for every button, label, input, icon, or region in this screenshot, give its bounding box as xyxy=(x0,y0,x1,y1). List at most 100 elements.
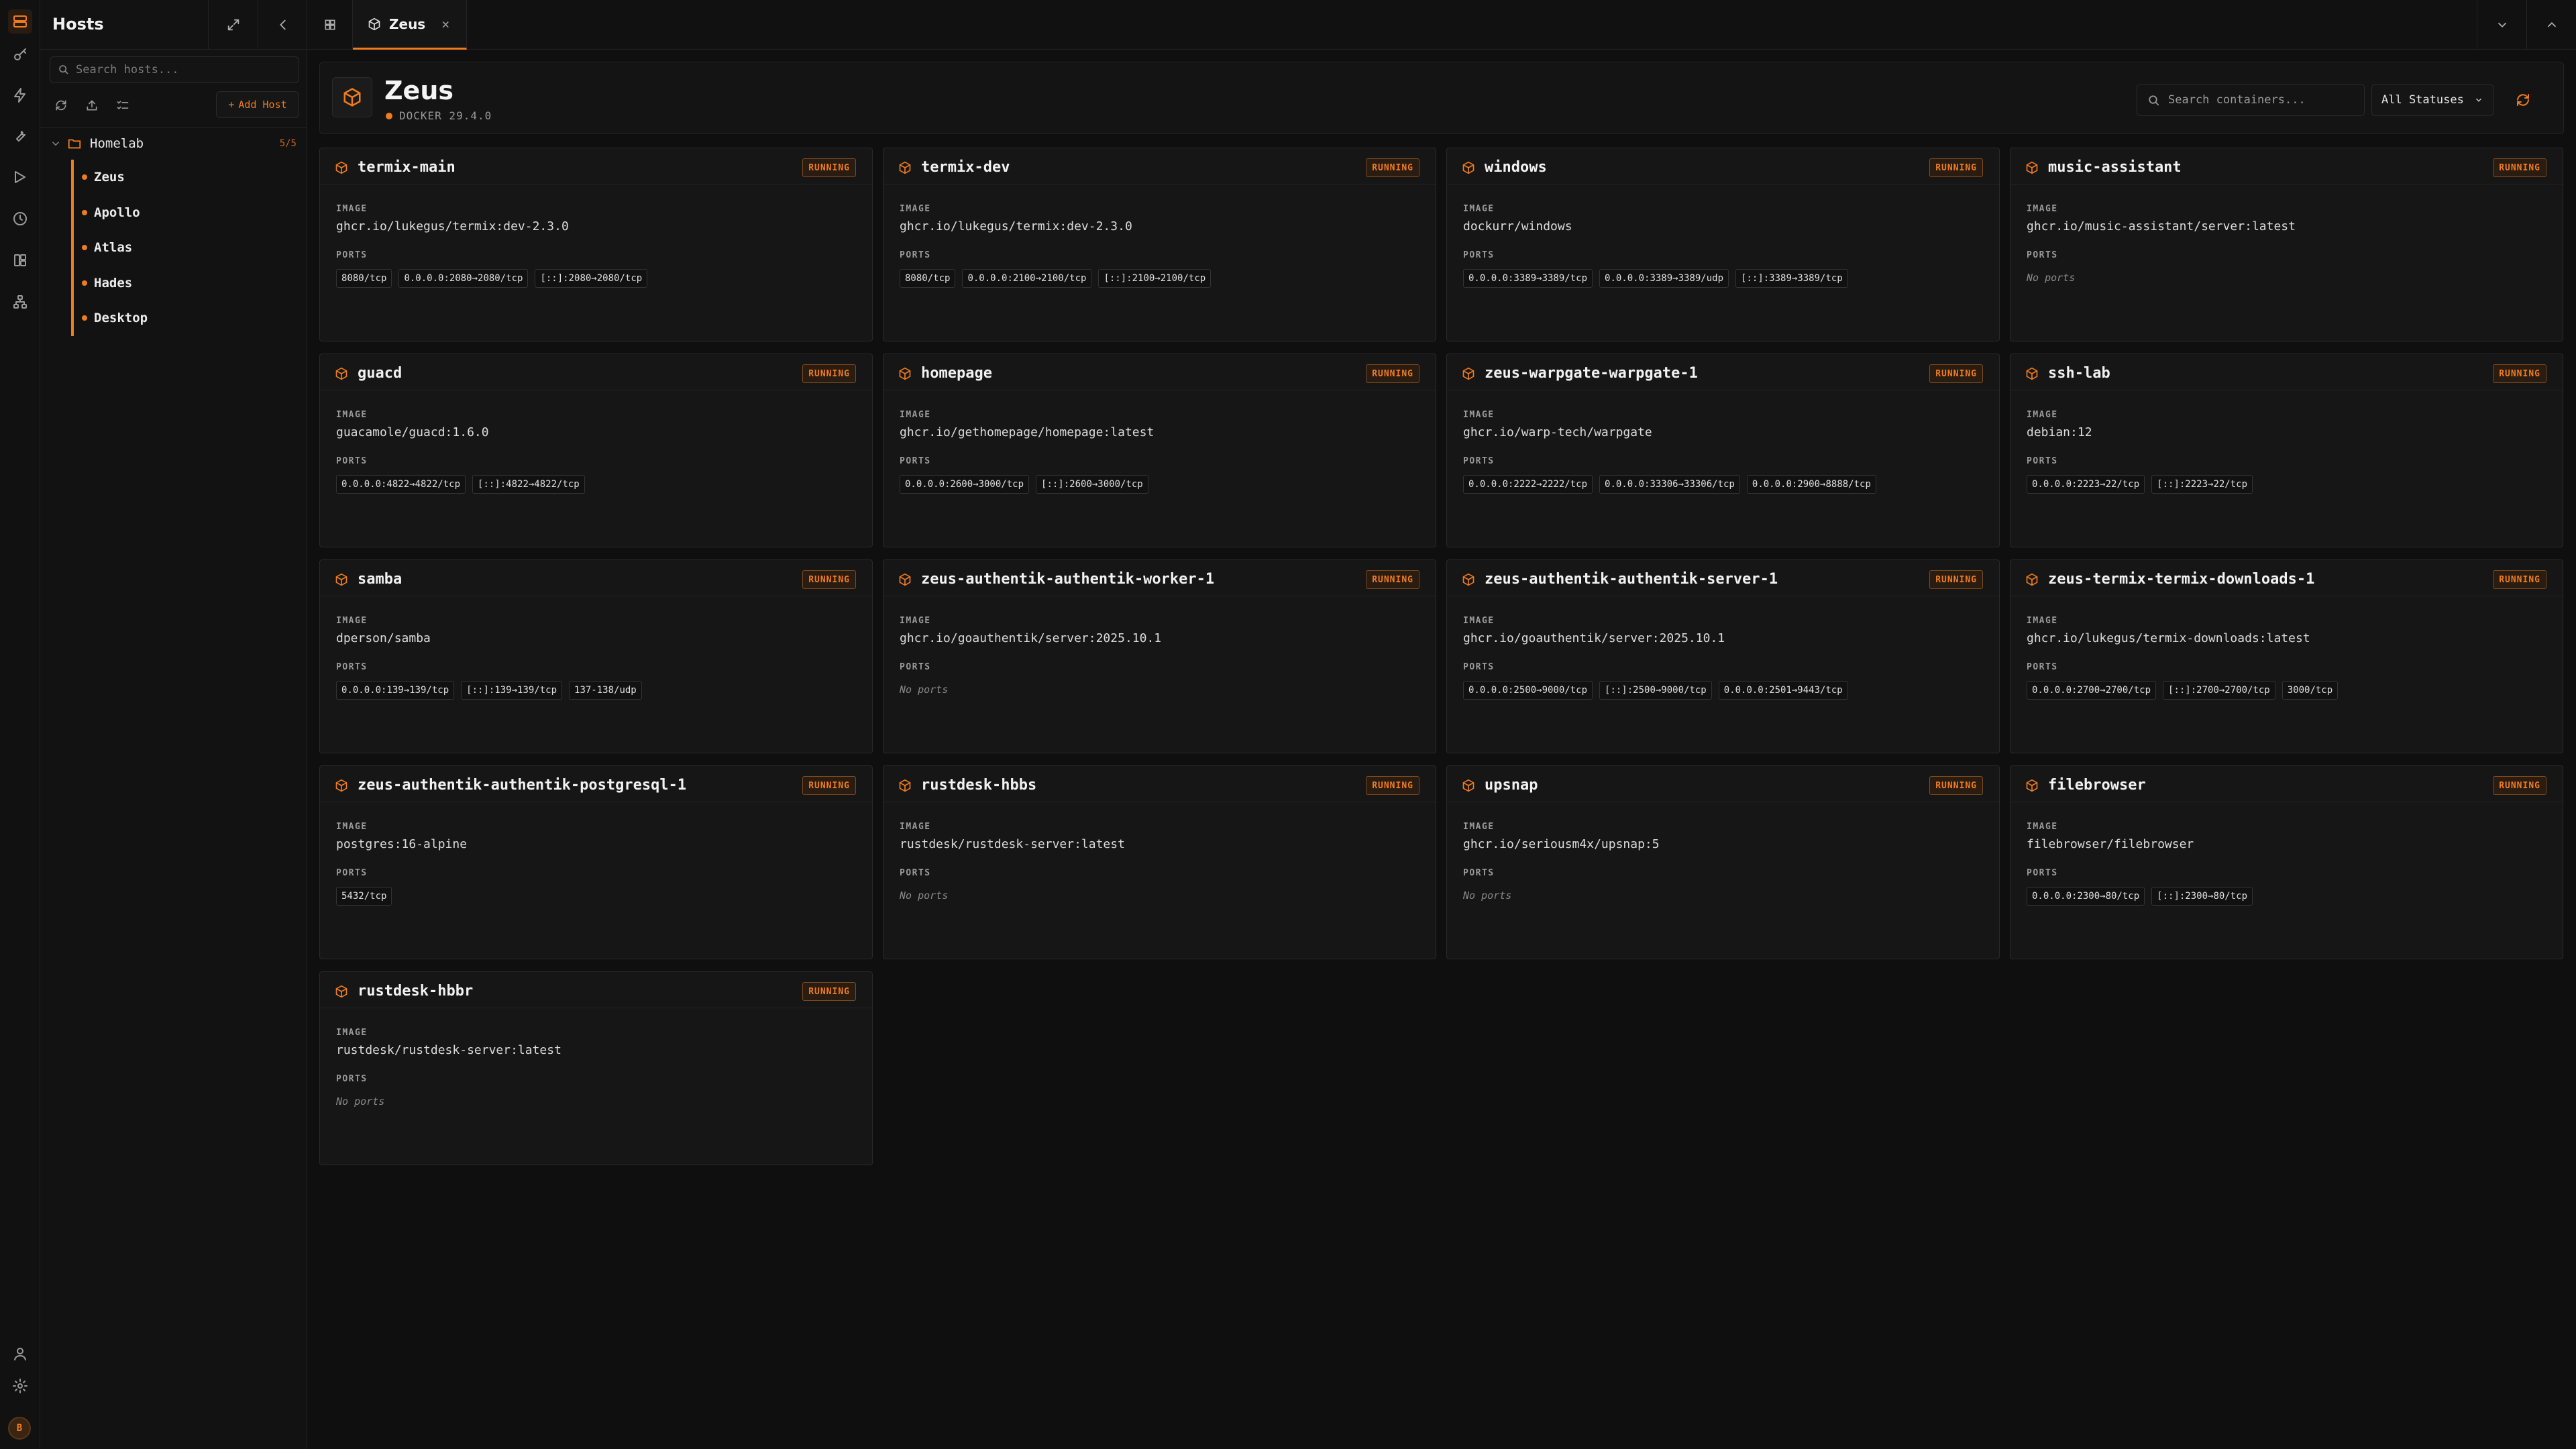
container-card[interactable]: guacd RUNNING IMAGE guacamole/guacd:1.6.0 PO… xyxy=(319,354,873,547)
icon-rail: B xyxy=(0,0,40,1449)
container-icon xyxy=(1462,367,1474,380)
port-chip: 137-138/udp xyxy=(569,681,642,700)
bolt-icon[interactable] xyxy=(8,83,32,107)
avatar[interactable]: B xyxy=(8,1417,31,1440)
folder-count: 5/5 xyxy=(279,138,297,149)
container-card[interactable]: samba RUNNING IMAGE dperson/samba PORTS 0.0.0… xyxy=(319,559,873,753)
folder-homelab[interactable]: Homelab 5/5 xyxy=(50,134,299,153)
ports-label: PORTS xyxy=(900,662,931,672)
container-icon xyxy=(899,367,911,380)
dashboard-icon[interactable] xyxy=(8,248,32,272)
container-card[interactable]: ssh-lab RUNNING IMAGE debian:12 PORTS 0.0.0.0… xyxy=(2010,354,2563,547)
ports-list: 0.0.0.0:2500→9000/tcp [::]:2500→9000/tcp 0… xyxy=(1463,681,1848,700)
container-card[interactable]: filebrowser RUNNING IMAGE filebrowser/fileb… xyxy=(2010,765,2563,959)
container-card[interactable]: upsnap RUNNING IMAGE ghcr.io/seriousm4x/ups… xyxy=(1446,765,2000,959)
image-value: ghcr.io/warp-tech/warpgate xyxy=(1463,425,1652,439)
chevron-left-icon xyxy=(279,19,286,30)
host-item-apollo[interactable]: Apollo xyxy=(74,195,299,231)
close-icon[interactable]: × xyxy=(441,16,449,32)
version-text: DOCKER 29.4.0 xyxy=(399,109,492,122)
ports-label: PORTS xyxy=(336,250,368,260)
container-name: ssh-lab xyxy=(2048,365,2110,382)
container-card[interactable]: zeus-authentik-authentik-server-1 RUNNING… xyxy=(1446,559,2000,753)
card-header: zeus-warpgate-warpgate-1 RUNNING xyxy=(1447,354,1999,390)
port-chip: 5432/tcp xyxy=(336,887,392,906)
status-filter-value: All Statuses xyxy=(2381,93,2464,107)
host-list: Zeus Apollo Atlas Hades Desktop xyxy=(71,160,299,336)
user-icon[interactable] xyxy=(8,1342,32,1366)
ports-list: 8080/tcp 0.0.0.0:2100→2100/tcp [::]:2100→2… xyxy=(900,269,1212,288)
status-dot xyxy=(82,280,87,286)
container-card[interactable]: termix-main RUNNING IMAGE ghcr.io/lukegus/t… xyxy=(319,148,873,341)
container-card[interactable]: zeus-termix-termix-downloads-1 RUNNING IMA… xyxy=(2010,559,2563,753)
card-header: ssh-lab RUNNING xyxy=(2010,354,2563,390)
container-search[interactable] xyxy=(2137,84,2365,116)
status-dot xyxy=(82,209,87,215)
image-label: IMAGE xyxy=(1463,204,1495,214)
container-card[interactable]: rustdesk-hbbr RUNNING IMAGE rustdesk/rustde… xyxy=(319,971,873,1165)
port-chip: 0.0.0.0:139→139/tcp xyxy=(336,681,455,700)
container-card[interactable]: rustdesk-hbbs RUNNING IMAGE rustdesk/rustde… xyxy=(883,765,1436,959)
ports-list: 0.0.0.0:2222→2222/tcp 0.0.0.0:33306→33306… xyxy=(1463,475,1876,494)
host-name: Apollo xyxy=(94,205,140,220)
status-filter-select[interactable]: All Statuses xyxy=(2371,84,2493,116)
host-item-atlas[interactable]: Atlas xyxy=(74,230,299,266)
plus-icon: + xyxy=(228,99,235,111)
container-icon xyxy=(1462,573,1474,586)
container-card[interactable]: homepage RUNNING IMAGE ghcr.io/gethomepage/… xyxy=(883,354,1436,547)
add-host-button[interactable]: + Add Host xyxy=(216,91,299,118)
wrench-icon[interactable] xyxy=(8,123,32,148)
ports-label: PORTS xyxy=(336,1074,368,1084)
tab-overview-button[interactable] xyxy=(307,0,353,50)
card-header: rustdesk-hbbs RUNNING xyxy=(883,766,1436,802)
container-icon xyxy=(335,161,347,174)
container-name: rustdesk-hbbr xyxy=(358,983,474,1000)
hosts-nav-icon[interactable] xyxy=(8,9,32,34)
image-value: ghcr.io/goauthentik/server:2025.10.1 xyxy=(1463,631,1725,645)
settings-icon[interactable] xyxy=(8,1374,32,1398)
refresh-hosts-button[interactable] xyxy=(50,94,72,117)
host-item-zeus[interactable]: Zeus xyxy=(74,160,299,195)
host-search[interactable] xyxy=(50,56,299,83)
clock-icon[interactable] xyxy=(8,207,32,231)
ports-label: PORTS xyxy=(336,662,368,672)
status-badge: RUNNING xyxy=(1929,158,1983,177)
tab-zeus[interactable]: Zeus × xyxy=(353,0,467,50)
image-label: IMAGE xyxy=(336,616,368,626)
container-card[interactable]: music-assistant RUNNING IMAGE ghcr.io/music… xyxy=(2010,148,2563,341)
container-card[interactable]: windows RUNNING IMAGE dockurr/windows PORTS 0… xyxy=(1446,148,2000,341)
container-card[interactable]: termix-dev RUNNING IMAGE ghcr.io/lukegus/te… xyxy=(883,148,1436,341)
host-item-desktop[interactable]: Desktop xyxy=(74,301,299,336)
terminal-icon[interactable] xyxy=(8,165,32,189)
select-button[interactable] xyxy=(111,94,134,117)
host-item-hades[interactable]: Hades xyxy=(74,266,299,301)
card-header: zeus-termix-termix-downloads-1 RUNNING xyxy=(2010,560,2563,596)
no-ports-text: No ports xyxy=(900,684,949,696)
container-card[interactable]: zeus-authentik-authentik-postgresql-1 RUN… xyxy=(319,765,873,959)
container-card[interactable]: zeus-warpgate-warpgate-1 RUNNING IMAGE ghcr… xyxy=(1446,354,2000,547)
refresh-icon xyxy=(2517,94,2529,106)
container-search-input[interactable] xyxy=(2168,85,2356,115)
port-chip: [::]:2223→22/tcp xyxy=(2151,475,2253,494)
import-button[interactable] xyxy=(80,94,103,117)
container-icon xyxy=(899,161,911,174)
key-icon[interactable] xyxy=(8,43,32,67)
no-ports-text: No ports xyxy=(2027,272,2076,284)
status-badge: RUNNING xyxy=(802,364,856,383)
collapse-sidebar-button[interactable] xyxy=(258,0,307,50)
image-label: IMAGE xyxy=(2027,616,2058,626)
tabs-dropdown-button[interactable] xyxy=(2477,0,2526,50)
status-badge: RUNNING xyxy=(1366,364,1419,383)
ports-list: 0.0.0.0:139→139/tcp [::]:139→139/tcp 137-1… xyxy=(336,681,642,700)
port-chip: [::]:2700→2700/tcp xyxy=(2163,681,2275,700)
card-header: rustdesk-hbbr RUNNING xyxy=(320,972,872,1008)
container-icon xyxy=(335,985,347,998)
image-value: rustdesk/rustdesk-server:latest xyxy=(900,837,1125,851)
host-search-input[interactable] xyxy=(76,57,290,83)
ports-list: 0.0.0.0:4822→4822/tcp [::]:4822→4822/tcp xyxy=(336,475,585,494)
network-icon[interactable] xyxy=(8,290,32,314)
collapse-topbar-button[interactable] xyxy=(2526,0,2576,50)
container-card[interactable]: zeus-authentik-authentik-worker-1 RUNNING… xyxy=(883,559,1436,753)
refresh-containers-button[interactable] xyxy=(2507,84,2539,116)
expand-button[interactable] xyxy=(208,0,258,50)
